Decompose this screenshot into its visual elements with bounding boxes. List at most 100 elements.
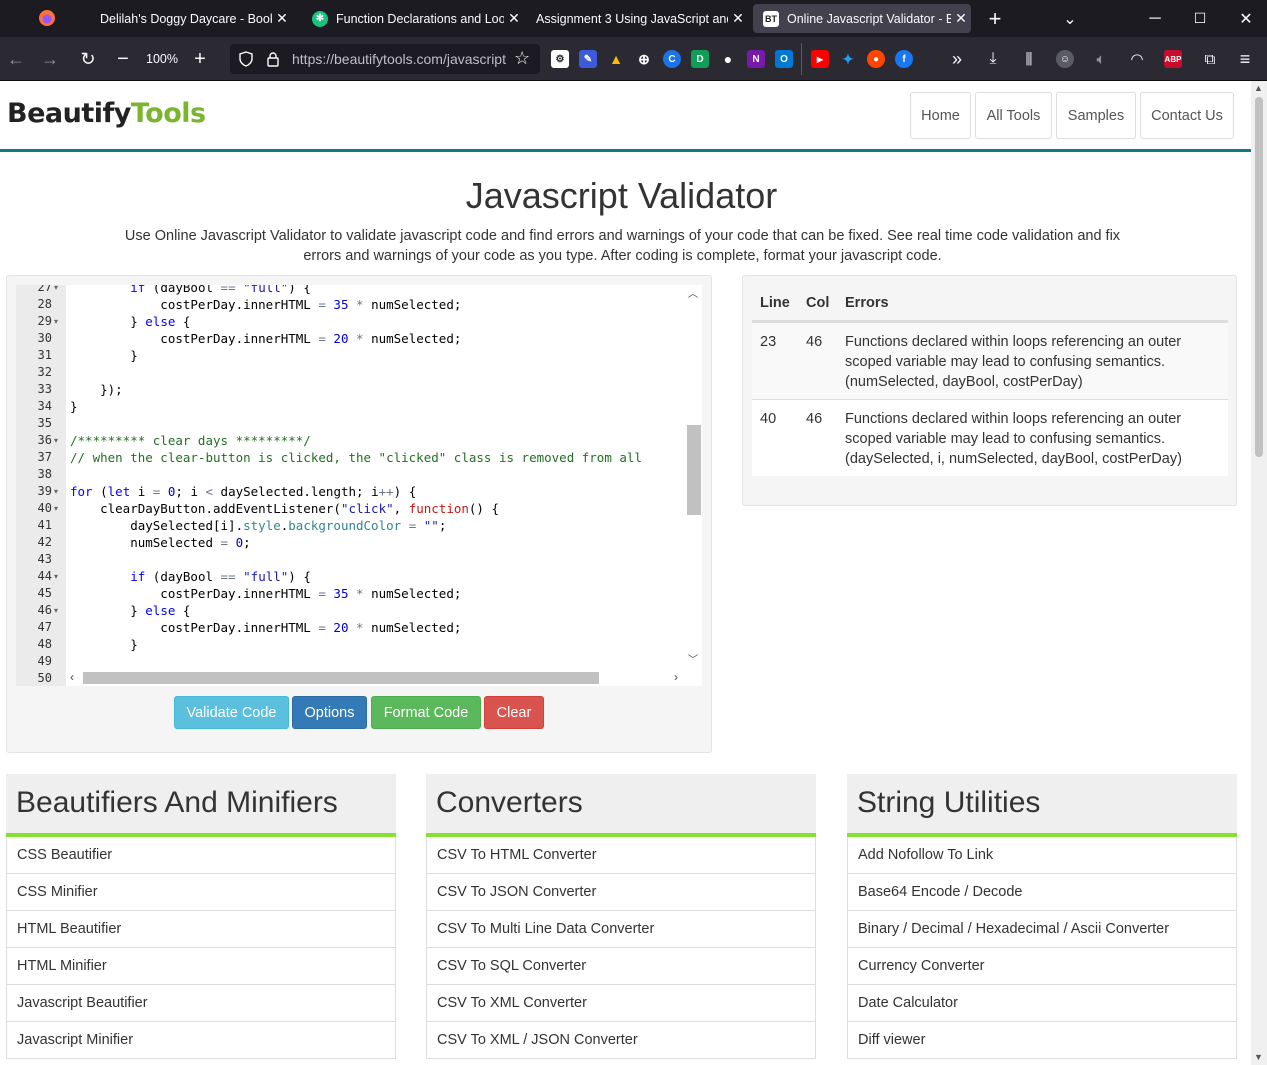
- library-icon[interactable]: ⫼: [1018, 37, 1040, 81]
- close-tab-icon[interactable]: ✕: [728, 10, 748, 27]
- extension-icon[interactable]: ⚙: [551, 50, 569, 68]
- scroll-left-icon[interactable]: ‹: [70, 670, 74, 684]
- browser-tab-active[interactable]: BT Online Javascript Validator - Bea ✕: [753, 4, 971, 33]
- scrollbar-thumb[interactable]: [83, 672, 599, 684]
- list-item[interactable]: Javascript Beautifier: [6, 985, 396, 1022]
- close-tab-icon[interactable]: ✕: [504, 10, 524, 27]
- nav-all-tools[interactable]: All Tools: [975, 92, 1052, 139]
- adblock-plus-icon[interactable]: ABP: [1164, 50, 1182, 68]
- back-icon[interactable]: ←: [4, 37, 28, 81]
- code-line[interactable]: costPerDay.innerHTML = 35 * numSelected;: [70, 585, 461, 602]
- list-item[interactable]: CSV To JSON Converter: [426, 874, 816, 911]
- nav-home[interactable]: Home: [910, 92, 971, 139]
- url-bar[interactable]: https://beautifytools.com/javascript ☆: [230, 44, 540, 74]
- close-window-icon[interactable]: ✕: [1236, 0, 1256, 37]
- scroll-up-icon[interactable]: ︿: [688, 285, 698, 300]
- close-tab-icon[interactable]: ✕: [272, 10, 292, 27]
- reddit-icon[interactable]: ●: [867, 50, 885, 68]
- code-line[interactable]: daySelected[i].style.backgroundColor = "…: [70, 517, 446, 534]
- list-item[interactable]: Javascript Minifier: [6, 1022, 396, 1059]
- list-item[interactable]: HTML Beautifier: [6, 911, 396, 948]
- zoom-out-icon[interactable]: −: [112, 37, 134, 81]
- editor-vertical-scrollbar[interactable]: ︿ ﹀: [684, 285, 702, 669]
- scrollbar-thumb[interactable]: [1255, 97, 1263, 457]
- fold-toggle-icon[interactable]: ▾: [54, 500, 58, 517]
- maximize-icon[interactable]: ☐: [1190, 0, 1210, 37]
- code-line[interactable]: // when the clear-button is clicked, the…: [70, 449, 642, 466]
- code-line[interactable]: costPerDay.innerHTML = 20 * numSelected;: [70, 330, 461, 347]
- clear-button[interactable]: Clear: [484, 696, 544, 729]
- firefox-view-icon[interactable]: [36, 7, 58, 29]
- nav-contact-us[interactable]: Contact Us: [1140, 92, 1234, 139]
- fold-toggle-icon[interactable]: ▾: [54, 483, 58, 500]
- outlook-icon[interactable]: O: [775, 50, 793, 68]
- hamburger-menu-icon[interactable]: ≡: [1234, 37, 1256, 81]
- list-item[interactable]: CSS Beautifier: [6, 837, 396, 874]
- editor-horizontal-scrollbar[interactable]: ‹ ›: [66, 669, 702, 686]
- code-line[interactable]: /********* clear days *********/: [70, 432, 311, 449]
- browser-tab-1[interactable]: Delilah's Doggy Daycare - Booking P ✕: [66, 0, 292, 37]
- close-tab-icon[interactable]: ✕: [951, 10, 971, 27]
- list-item[interactable]: Binary / Decimal / Hexadecimal / Ascii C…: [847, 911, 1237, 948]
- speaker-icon[interactable]: 🔈︎: [1090, 37, 1112, 81]
- youtube-icon[interactable]: ▶: [811, 50, 829, 68]
- list-item[interactable]: CSV To SQL Converter: [426, 948, 816, 985]
- page-vertical-scrollbar[interactable]: ▲ ▼: [1251, 81, 1267, 1065]
- zoom-level[interactable]: 100%: [140, 37, 184, 81]
- code-line[interactable]: }: [70, 398, 78, 415]
- scroll-down-icon[interactable]: ﹀: [688, 651, 698, 666]
- bookmark-star-icon[interactable]: ☆: [514, 48, 530, 69]
- code-line[interactable]: });: [70, 381, 123, 398]
- extension-icon[interactable]: D: [691, 50, 709, 68]
- list-item[interactable]: HTML Minifier: [6, 948, 396, 985]
- browser-tab-3[interactable]: Assignment 3 Using JavaScript and I ✕: [526, 0, 748, 37]
- scroll-down-icon[interactable]: ▼: [1254, 1052, 1263, 1062]
- more-bookmarks-icon[interactable]: »: [946, 37, 968, 81]
- list-item[interactable]: CSV To XML Converter: [426, 985, 816, 1022]
- google-drive-icon[interactable]: ▲: [607, 50, 625, 68]
- format-code-button[interactable]: Format Code: [371, 696, 481, 729]
- code-editor[interactable]: 27 ▾ 28 29 ▾ 30 31 32 33 34 35 36 ▾ 37 38 39 ▾ 40 ▾ 41 42 43 4…: [16, 285, 702, 686]
- extension-icon[interactable]: ✎: [579, 50, 597, 68]
- code-line[interactable]: }: [70, 636, 138, 653]
- list-item[interactable]: Currency Converter: [847, 948, 1237, 985]
- lock-icon[interactable]: [266, 51, 280, 67]
- validate-code-button[interactable]: Validate Code: [174, 696, 289, 729]
- new-tab-icon[interactable]: +: [985, 0, 1005, 37]
- fold-toggle-icon[interactable]: ▾: [54, 313, 58, 330]
- fold-toggle-icon[interactable]: ▾: [54, 602, 58, 619]
- twitter-icon[interactable]: ✦: [839, 50, 857, 68]
- zoom-in-icon[interactable]: +: [189, 37, 211, 81]
- list-item[interactable]: CSV To HTML Converter: [426, 837, 816, 874]
- list-item[interactable]: Base64 Encode / Decode: [847, 874, 1237, 911]
- code-line[interactable]: }: [70, 347, 138, 364]
- minimize-icon[interactable]: ─: [1145, 0, 1165, 37]
- list-item[interactable]: CSS Minifier: [6, 874, 396, 911]
- code-line[interactable]: numSelected = 0;: [70, 534, 250, 551]
- code-line[interactable]: if (dayBool == "full") {: [70, 285, 311, 296]
- code-line[interactable]: for (let i = 0; i < daySelected.length; …: [70, 483, 416, 500]
- extension-icon[interactable]: C: [663, 50, 681, 68]
- reader-icon[interactable]: ◠: [1126, 37, 1148, 81]
- fold-toggle-icon[interactable]: ▾: [54, 432, 58, 449]
- list-item[interactable]: CSV To Multi Line Data Converter: [426, 911, 816, 948]
- nav-samples[interactable]: Samples: [1056, 92, 1136, 139]
- list-item[interactable]: CSV To XML / JSON Converter: [426, 1022, 816, 1059]
- list-item[interactable]: Add Nofollow To Link: [847, 837, 1237, 874]
- site-logo[interactable]: BeautifyTools: [7, 98, 206, 129]
- code-line[interactable]: } else {: [70, 602, 190, 619]
- list-item[interactable]: Diff viewer: [847, 1022, 1237, 1059]
- code-line[interactable]: costPerDay.innerHTML = 35 * numSelected;: [70, 296, 461, 313]
- scrollbar-thumb[interactable]: [687, 425, 701, 515]
- list-tabs-icon[interactable]: ⌄: [1060, 0, 1080, 37]
- extensions-puzzle-icon[interactable]: ⧉: [1199, 37, 1221, 81]
- facebook-icon[interactable]: f: [895, 50, 913, 68]
- code-line[interactable]: clearDayButton.addEventListener("click",…: [70, 500, 499, 517]
- code-line[interactable]: costPerDay.innerHTML = 20 * numSelected;: [70, 619, 461, 636]
- options-button[interactable]: Options: [292, 696, 367, 729]
- globe-icon[interactable]: ⊕: [635, 50, 653, 68]
- reload-icon[interactable]: ↻: [76, 37, 100, 81]
- browser-tab-2[interactable]: ✻ Function Declarations and Loop ✕: [302, 0, 524, 37]
- fold-toggle-icon[interactable]: ▾: [54, 568, 58, 585]
- url-text[interactable]: https://beautifytools.com/javascript: [292, 51, 506, 67]
